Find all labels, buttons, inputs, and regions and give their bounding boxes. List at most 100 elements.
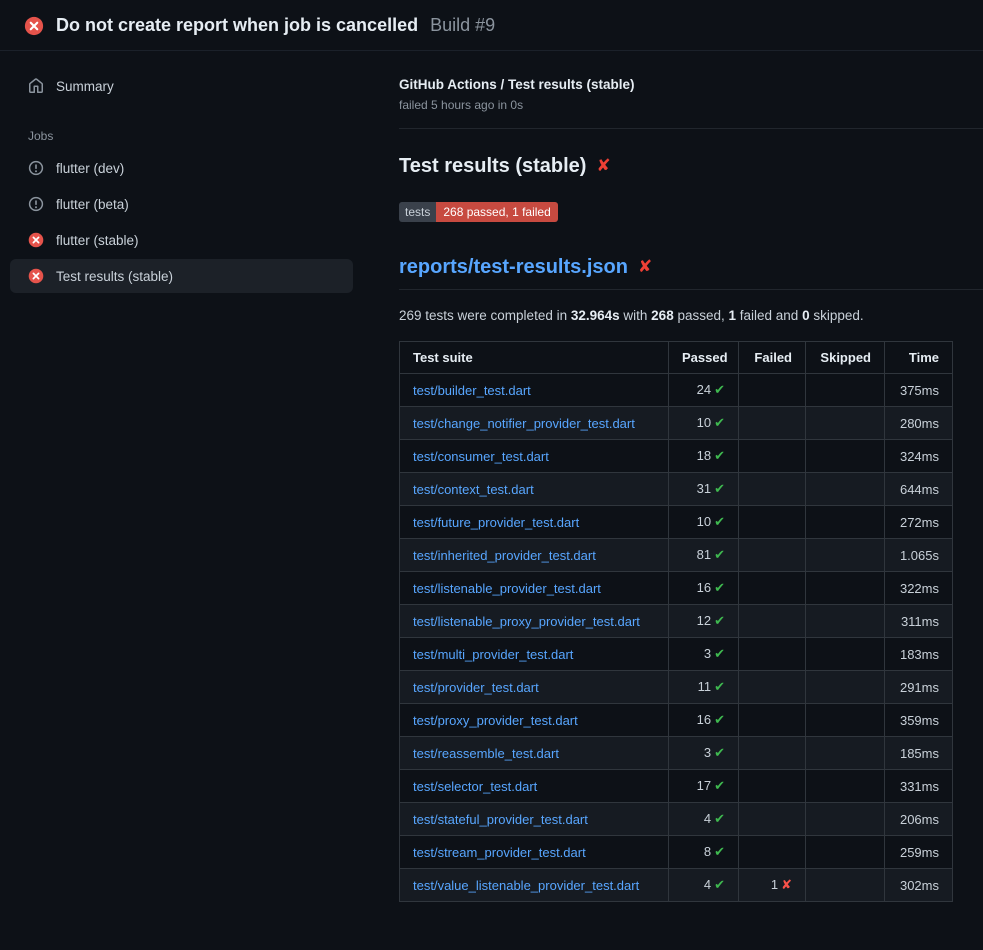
time-cell: 644ms xyxy=(885,473,953,506)
column-header-passed: Passed xyxy=(669,342,739,374)
suite-link[interactable]: test/consumer_test.dart xyxy=(413,449,549,464)
suite-link[interactable]: test/stateful_provider_test.dart xyxy=(413,812,588,827)
skipped-cell xyxy=(806,737,885,770)
failed-cell xyxy=(739,440,806,473)
time-cell: 322ms xyxy=(885,572,953,605)
suite-link[interactable]: test/future_provider_test.dart xyxy=(413,515,579,530)
time-cell: 311ms xyxy=(885,605,953,638)
table-row: test/stateful_provider_test.dart 4✔ 206m… xyxy=(400,803,953,836)
suite-cell: test/context_test.dart xyxy=(400,473,669,506)
suite-link[interactable]: test/listenable_proxy_provider_test.dart xyxy=(413,614,640,629)
sidebar-item-test-results-stable[interactable]: Test results (stable) xyxy=(10,259,353,293)
column-header-failed: Failed xyxy=(739,342,806,374)
check-icon: ✔ xyxy=(714,878,725,893)
suite-cell: test/multi_provider_test.dart xyxy=(400,638,669,671)
passed-count: 3 xyxy=(704,646,711,661)
failed-cell xyxy=(739,407,806,440)
summary-text: skipped. xyxy=(810,308,864,323)
table-row: test/selector_test.dart 17✔ 331ms xyxy=(400,770,953,803)
summary-skipped-count: 0 xyxy=(802,308,810,323)
passed-cell: 8✔ xyxy=(669,836,739,869)
failed-cell xyxy=(739,506,806,539)
skipped-cell xyxy=(806,407,885,440)
suite-cell: test/value_listenable_provider_test.dart xyxy=(400,869,669,902)
failed-icon xyxy=(28,232,44,248)
suite-link[interactable]: test/stream_provider_test.dart xyxy=(413,845,586,860)
suite-link[interactable]: test/listenable_provider_test.dart xyxy=(413,581,601,596)
suite-link[interactable]: test/multi_provider_test.dart xyxy=(413,647,573,662)
skipped-cell xyxy=(806,539,885,572)
run-meta: failed 5 hours ago in 0s xyxy=(399,98,983,112)
suite-link[interactable]: test/change_notifier_provider_test.dart xyxy=(413,416,635,431)
passed-cell: 4✔ xyxy=(669,803,739,836)
passed-cell: 17✔ xyxy=(669,770,739,803)
cross-icon: ✘ xyxy=(781,878,792,893)
badge-label: tests xyxy=(399,202,436,222)
suite-link[interactable]: test/value_listenable_provider_test.dart xyxy=(413,878,639,893)
skipped-cell xyxy=(806,572,885,605)
time-cell: 375ms xyxy=(885,374,953,407)
failed-cell xyxy=(739,473,806,506)
check-icon: ✔ xyxy=(714,779,725,794)
check-icon: ✔ xyxy=(714,647,725,662)
passed-count: 24 xyxy=(697,382,711,397)
test-results-table: Test suite Passed Failed Skipped Time te… xyxy=(399,341,953,902)
suite-cell: test/listenable_proxy_provider_test.dart xyxy=(400,605,669,638)
suite-link[interactable]: test/reassemble_test.dart xyxy=(413,746,559,761)
passed-cell: 3✔ xyxy=(669,638,739,671)
summary-passed-count: 268 xyxy=(651,308,674,323)
suite-link[interactable]: test/context_test.dart xyxy=(413,482,534,497)
suite-cell: test/reassemble_test.dart xyxy=(400,737,669,770)
table-row: test/context_test.dart 31✔ 644ms xyxy=(400,473,953,506)
suite-link[interactable]: test/inherited_provider_test.dart xyxy=(413,548,596,563)
check-icon: ✔ xyxy=(714,614,725,629)
failed-cell xyxy=(739,539,806,572)
build-number: Build #9 xyxy=(430,15,495,36)
time-cell: 291ms xyxy=(885,671,953,704)
skipped-cell xyxy=(806,473,885,506)
suite-cell: test/listenable_provider_test.dart xyxy=(400,572,669,605)
table-row: test/change_notifier_provider_test.dart … xyxy=(400,407,953,440)
sidebar-item-flutter-beta[interactable]: flutter (beta) xyxy=(10,187,353,221)
table-row: test/inherited_provider_test.dart 81✔ 1.… xyxy=(400,539,953,572)
sidebar-item-flutter-dev[interactable]: flutter (dev) xyxy=(10,151,353,185)
suite-link[interactable]: test/builder_test.dart xyxy=(413,383,531,398)
time-cell: 259ms xyxy=(885,836,953,869)
passed-count: 17 xyxy=(697,778,711,793)
summary-duration: 32.964s xyxy=(571,308,620,323)
failed-cell xyxy=(739,374,806,407)
page-title: Do not create report when job is cancell… xyxy=(56,15,418,36)
passed-count: 18 xyxy=(697,448,711,463)
suite-cell: test/proxy_provider_test.dart xyxy=(400,704,669,737)
passed-count: 11 xyxy=(698,679,712,694)
failed-cell xyxy=(739,737,806,770)
time-cell: 331ms xyxy=(885,770,953,803)
skipped-cell xyxy=(806,803,885,836)
check-title: Test results (stable) ✘ xyxy=(399,155,983,178)
sidebar: Summary Jobs flutter (dev) flutter (beta… xyxy=(0,51,383,295)
time-cell: 359ms xyxy=(885,704,953,737)
passed-cell: 12✔ xyxy=(669,605,739,638)
report-link[interactable]: reports/test-results.json xyxy=(399,256,628,279)
check-icon: ✔ xyxy=(714,812,725,827)
sidebar-item-flutter-stable[interactable]: flutter (stable) xyxy=(10,223,353,257)
time-cell: 206ms xyxy=(885,803,953,836)
check-icon: ✔ xyxy=(714,713,725,728)
suite-link[interactable]: test/provider_test.dart xyxy=(413,680,539,695)
cancelled-icon xyxy=(28,196,44,212)
time-cell: 1.065s xyxy=(885,539,953,572)
table-row: test/listenable_provider_test.dart 16✔ 3… xyxy=(400,572,953,605)
time-cell: 302ms xyxy=(885,869,953,902)
suite-link[interactable]: test/selector_test.dart xyxy=(413,779,537,794)
suite-link[interactable]: test/proxy_provider_test.dart xyxy=(413,713,578,728)
check-icon: ✔ xyxy=(714,746,725,761)
summary-text: with xyxy=(620,308,652,323)
job-label: Test results (stable) xyxy=(56,269,173,284)
failed-cell xyxy=(739,836,806,869)
job-label: flutter (stable) xyxy=(56,233,139,248)
failed-cell: 1✘ xyxy=(739,869,806,902)
divider xyxy=(399,128,983,129)
passed-count: 3 xyxy=(704,745,711,760)
sidebar-item-summary[interactable]: Summary xyxy=(10,69,353,103)
check-run-header: Do not create report when job is cancell… xyxy=(0,0,983,51)
